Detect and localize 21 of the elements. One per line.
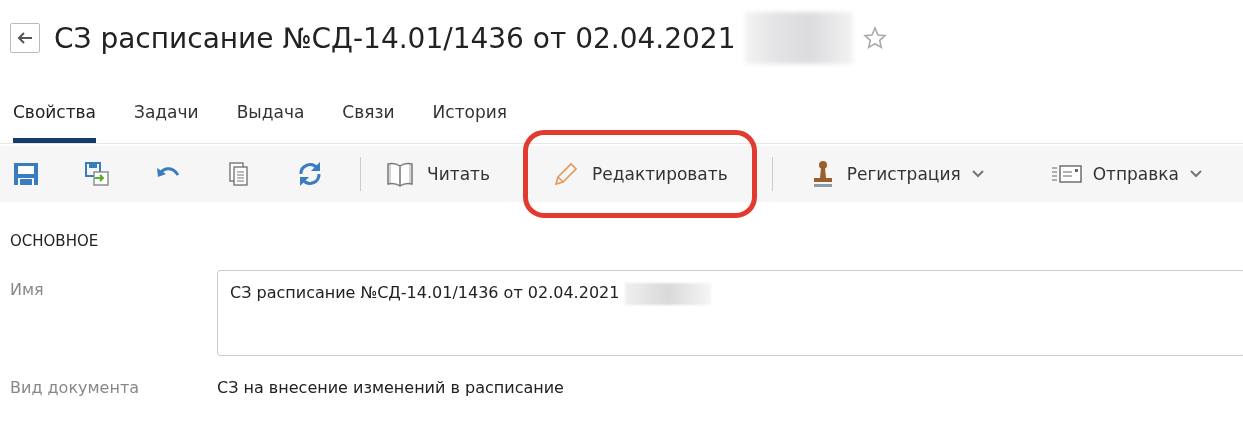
edit-button[interactable]: Редактировать	[538, 145, 742, 203]
chevron-down-icon	[970, 169, 985, 179]
dropdown-button[interactable]: Регистрация	[794, 152, 999, 196]
back-button[interactable]	[10, 23, 40, 53]
tab[interactable]: Связи	[342, 102, 395, 143]
tab[interactable]: Задачи	[134, 102, 199, 143]
document-title: СЗ расписание №СД-14.01/1436 от 02.04.2021	[54, 21, 736, 55]
tab[interactable]: История	[432, 102, 507, 143]
section-heading: ОСНОВНОЕ	[10, 232, 100, 250]
arrow-left-icon	[16, 30, 34, 46]
field-label: Вид документа	[10, 377, 140, 397]
read-button[interactable]: Читать	[371, 152, 505, 196]
dropdown-button[interactable]: Отправка	[1036, 152, 1217, 196]
field-value: СЗ на внесение изменений в расписание	[217, 377, 565, 397]
book-icon	[385, 160, 416, 188]
name-field[interactable]: СЗ расписание №СД-14.01/1436 от 02.04.2021	[217, 270, 1243, 356]
star-icon[interactable]	[863, 26, 888, 50]
field-label: Имя	[10, 279, 45, 299]
tab[interactable]: Выдача	[236, 102, 305, 143]
chevron-down-icon	[1189, 169, 1203, 179]
envelope-icon	[1050, 162, 1083, 186]
